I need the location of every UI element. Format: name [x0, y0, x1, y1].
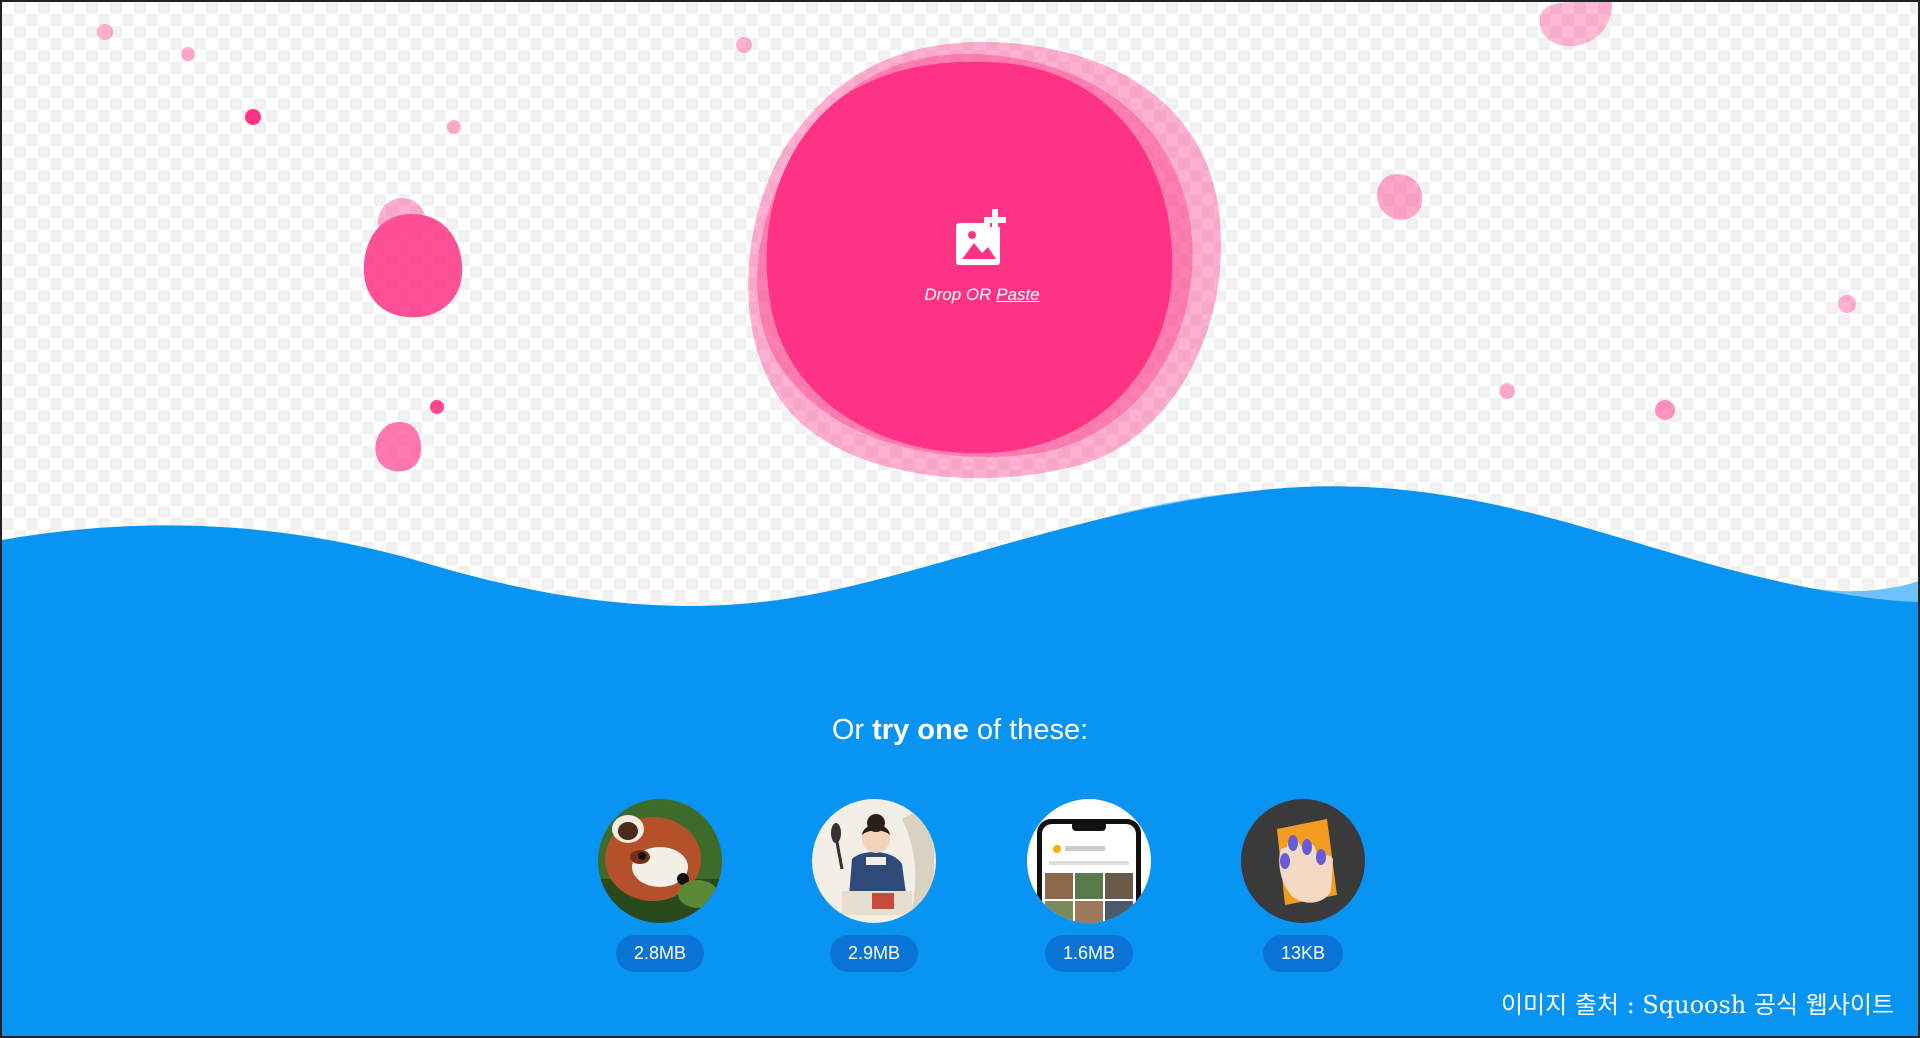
image-drop-zone[interactable]: Drop OR Paste: [862, 197, 1102, 347]
dot-9: [1655, 400, 1675, 420]
dot-2: [430, 400, 444, 414]
phone-screenshot-icon: [1027, 799, 1151, 923]
red-panda-photo-icon: [598, 799, 722, 923]
drop-instructions: Drop OR Paste: [862, 285, 1102, 305]
drop-label: Drop OR: [924, 285, 997, 304]
size-badge: 2.9MB: [829, 935, 919, 972]
dot-4: [181, 47, 195, 61]
heading-suffix: of these:: [968, 714, 1089, 746]
image-credit: 이미지 출처 : Squoosh 공식 웹사이트: [1500, 991, 1894, 1019]
heading-prefix: Or: [831, 714, 873, 746]
dot-6: [736, 37, 752, 53]
hand-with-card-illustration-icon: [1241, 799, 1365, 923]
squoosh-home-page: Drop OR Paste Or try one of these: 2.8MB: [0, 0, 1920, 1038]
try-demo-heading: Or try one of these:: [2, 714, 1918, 747]
left-blob-bottom: [375, 422, 422, 472]
left-blob-small-top: [378, 198, 426, 246]
woman-illustration-icon: [812, 799, 936, 923]
paste-link[interactable]: Paste: [996, 285, 1039, 304]
heading-bold: try one: [872, 714, 969, 746]
demo-item-phone-screenshot[interactable]: 1.6MB: [1024, 799, 1154, 972]
dot-1: [245, 109, 261, 125]
dot-8: [1499, 383, 1515, 399]
demo-item-illustration[interactable]: 2.9MB: [809, 799, 939, 972]
size-badge: 1.6MB: [1044, 935, 1134, 972]
demo-item-hand-illustration[interactable]: 13KB: [1238, 799, 1368, 972]
dot-7: [1838, 295, 1856, 313]
background-decoration: [2, 2, 1918, 1036]
right-blob-mid: [1376, 174, 1423, 220]
wave-front: [2, 486, 1918, 1036]
add-image-icon: [956, 209, 1006, 265]
dot-5: [447, 120, 461, 134]
right-blob-top: [1539, 2, 1613, 47]
dot-3: [97, 24, 113, 40]
size-badge: 2.8MB: [615, 935, 705, 972]
size-badge: 13KB: [1262, 935, 1344, 972]
demo-item-red-panda[interactable]: 2.8MB: [595, 799, 725, 972]
